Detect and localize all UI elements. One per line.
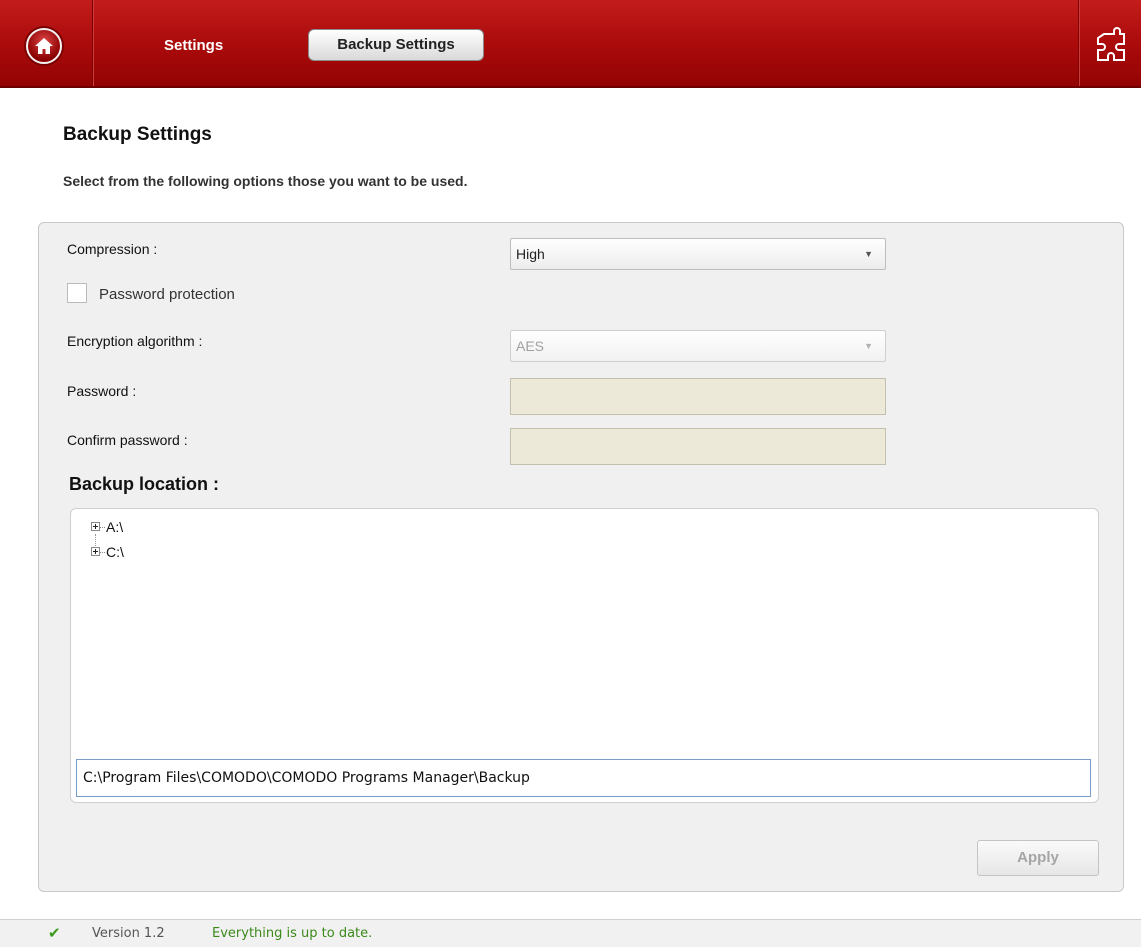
apply-button[interactable]: Apply	[977, 840, 1099, 876]
password-protection-checkbox[interactable]	[67, 283, 87, 303]
version-text: Version 1.2	[92, 926, 165, 941]
home-icon	[35, 38, 53, 54]
expand-icon[interactable]	[91, 547, 100, 556]
nav-settings[interactable]: Settings	[150, 33, 237, 59]
checkmark-icon: ✔	[48, 924, 61, 942]
encryption-value: AES	[516, 338, 545, 354]
nav-backup-settings[interactable]: Backup Settings	[308, 29, 484, 61]
page-subtitle: Select from the following options those …	[63, 173, 468, 189]
confirm-password-field[interactable]	[510, 428, 886, 465]
chevron-down-icon: ▼	[864, 341, 873, 351]
compression-value: High	[516, 246, 545, 262]
page-title: Backup Settings	[63, 124, 212, 145]
chevron-down-icon: ▼	[864, 249, 873, 259]
password-protection-label[interactable]: Password protection	[99, 286, 235, 303]
home-button[interactable]	[26, 28, 62, 64]
encryption-dropdown[interactable]: AES ▼	[510, 330, 886, 362]
backup-location-title: Backup location :	[69, 474, 220, 494]
password-label: Password :	[67, 383, 137, 399]
backup-path-input[interactable]: C:\Program Files\COMODO\COMODO Programs …	[76, 759, 1091, 797]
password-field[interactable]	[510, 378, 886, 415]
status-bar: ✔ Version 1.2 Everything is up to date.	[0, 919, 1141, 947]
expand-icon[interactable]	[91, 522, 100, 531]
toolbar-separator	[92, 0, 93, 86]
puzzle-icon[interactable]	[1088, 26, 1132, 70]
update-status-text[interactable]: Everything is up to date.	[212, 926, 372, 941]
compression-label: Compression :	[67, 241, 158, 257]
tree-node-label: A:\	[106, 519, 124, 535]
confirm-password-label: Confirm password :	[67, 432, 188, 448]
top-toolbar: Settings Backup Settings	[0, 0, 1141, 88]
compression-dropdown[interactable]: High ▼	[510, 238, 886, 270]
tree-node-label: C:\	[106, 544, 124, 560]
toolbar-separator	[1078, 0, 1079, 86]
encryption-label: Encryption algorithm :	[67, 333, 203, 349]
